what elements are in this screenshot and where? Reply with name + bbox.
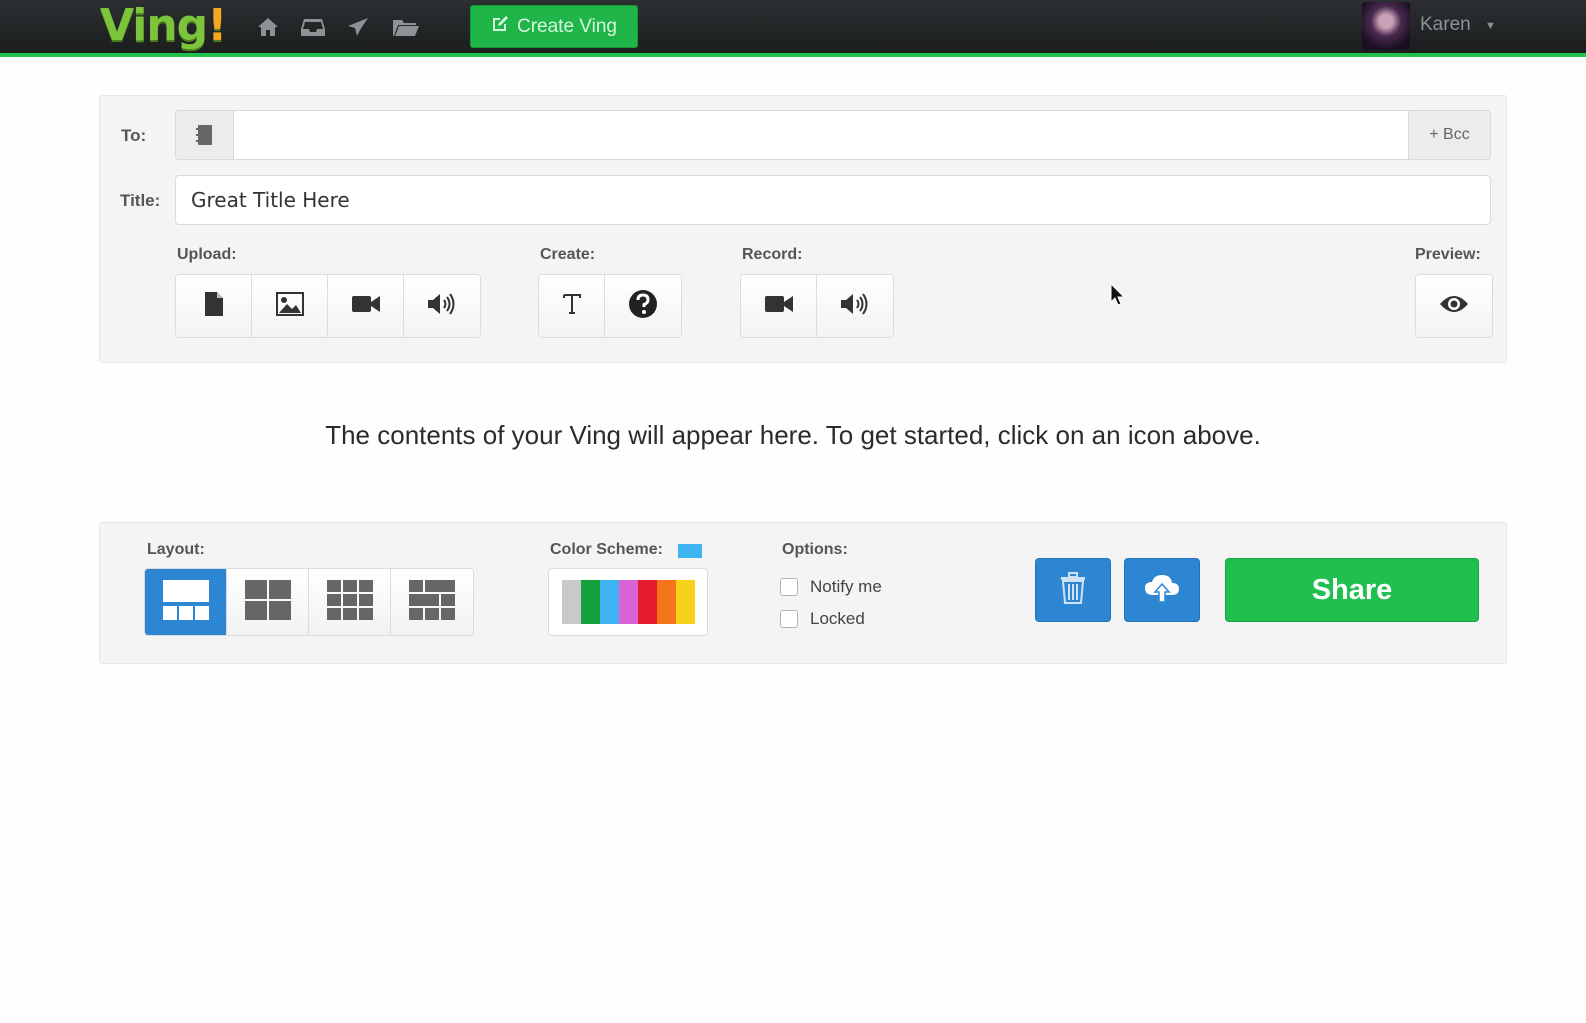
color-scheme-label: Color Scheme: [550, 541, 663, 558]
notify-me-checkbox[interactable] [780, 578, 798, 596]
preview-button-group [1415, 274, 1493, 338]
create-text-button[interactable] [539, 275, 605, 337]
to-label: To: [121, 126, 147, 145]
record-button-group [740, 274, 894, 338]
create-ving-label: Create Ving [517, 15, 617, 37]
send-icon[interactable] [343, 12, 373, 42]
upload-button-group [175, 274, 481, 338]
delete-button[interactable] [1035, 558, 1111, 622]
layout-mixed-button[interactable] [391, 569, 473, 635]
color-stripe [599, 580, 619, 624]
home-icon[interactable] [253, 12, 283, 42]
top-navbar: Ving! Create Ving Karen ▼ [0, 0, 1586, 57]
color-stripe [656, 580, 676, 624]
options-label: Options: [782, 541, 848, 558]
audio-icon [840, 292, 870, 320]
layout-label: Layout: [147, 541, 205, 558]
mouse-cursor-icon [1110, 282, 1126, 312]
create-label: Create: [540, 246, 596, 263]
upload-image-button[interactable] [252, 275, 328, 337]
eye-icon [1439, 294, 1469, 319]
preview-label: Preview: [1415, 246, 1481, 263]
create-ving-button[interactable]: Create Ving [470, 5, 638, 48]
save-cloud-button[interactable] [1124, 558, 1200, 622]
notify-me-option[interactable]: Notify me [780, 577, 882, 597]
color-stripe [580, 580, 600, 624]
layout-3x3-icon [326, 579, 373, 625]
settings-panel: Layout: Color Scheme: Options: Notify me… [99, 522, 1507, 664]
color-scheme-swatch [678, 544, 702, 558]
share-button[interactable]: Share [1225, 558, 1479, 622]
layout-2x2-button[interactable] [227, 569, 309, 635]
address-book-icon[interactable] [176, 111, 234, 159]
create-button-group [538, 274, 682, 338]
layout-2x2-icon [244, 579, 291, 625]
title-input[interactable] [175, 175, 1491, 225]
record-audio-button[interactable] [817, 275, 893, 337]
color-stripe [637, 580, 657, 624]
locked-label: Locked [810, 609, 865, 628]
avatar[interactable] [1362, 2, 1410, 50]
inbox-icon[interactable] [298, 12, 328, 42]
locked-option[interactable]: Locked [780, 609, 865, 629]
content-placeholder: The contents of your Ving will appear he… [325, 420, 1261, 450]
image-icon [275, 291, 304, 321]
notify-me-label: Notify me [810, 577, 882, 596]
layout-banner-button[interactable] [145, 569, 227, 635]
to-input[interactable] [234, 111, 1408, 159]
text-icon [562, 292, 582, 321]
color-stripe [618, 580, 638, 624]
layout-3x3-button[interactable] [309, 569, 391, 635]
layout-mixed-icon [409, 579, 455, 625]
upload-audio-button[interactable] [404, 275, 480, 337]
upload-document-button[interactable] [176, 275, 252, 337]
locked-checkbox[interactable] [780, 610, 798, 628]
bcc-button[interactable]: + Bcc [1408, 111, 1490, 159]
color-stripe [675, 580, 695, 624]
record-video-button[interactable] [741, 275, 817, 337]
cloud-upload-icon [1144, 573, 1180, 608]
edit-icon [491, 15, 509, 39]
upload-video-button[interactable] [328, 275, 404, 337]
record-label: Record: [742, 246, 803, 263]
color-scheme-button[interactable] [548, 568, 708, 636]
user-name[interactable]: Karen [1420, 14, 1471, 36]
document-icon [204, 291, 224, 322]
video-icon [351, 294, 381, 319]
folder-icon[interactable] [391, 12, 421, 42]
question-icon [628, 289, 658, 324]
create-question-button[interactable] [605, 275, 681, 337]
layout-banner-icon [162, 579, 209, 625]
preview-button[interactable] [1416, 275, 1492, 337]
trash-icon [1060, 571, 1086, 609]
title-label: Title: [120, 191, 161, 210]
logo-suffix: ! [207, 0, 227, 51]
color-scheme-stripes [561, 580, 695, 624]
color-stripe [561, 580, 581, 624]
logo-text: Ving [100, 0, 208, 51]
chevron-down-icon[interactable]: ▼ [1485, 20, 1496, 32]
layout-button-group [144, 568, 474, 636]
to-field-group: + Bcc [175, 110, 1491, 160]
video-icon [764, 294, 794, 319]
app-logo[interactable]: Ving! [100, 0, 227, 51]
upload-label: Upload: [177, 246, 237, 263]
compose-panel: To: + Bcc Title: Upload: Create: Record [99, 95, 1507, 363]
audio-icon [427, 292, 457, 320]
